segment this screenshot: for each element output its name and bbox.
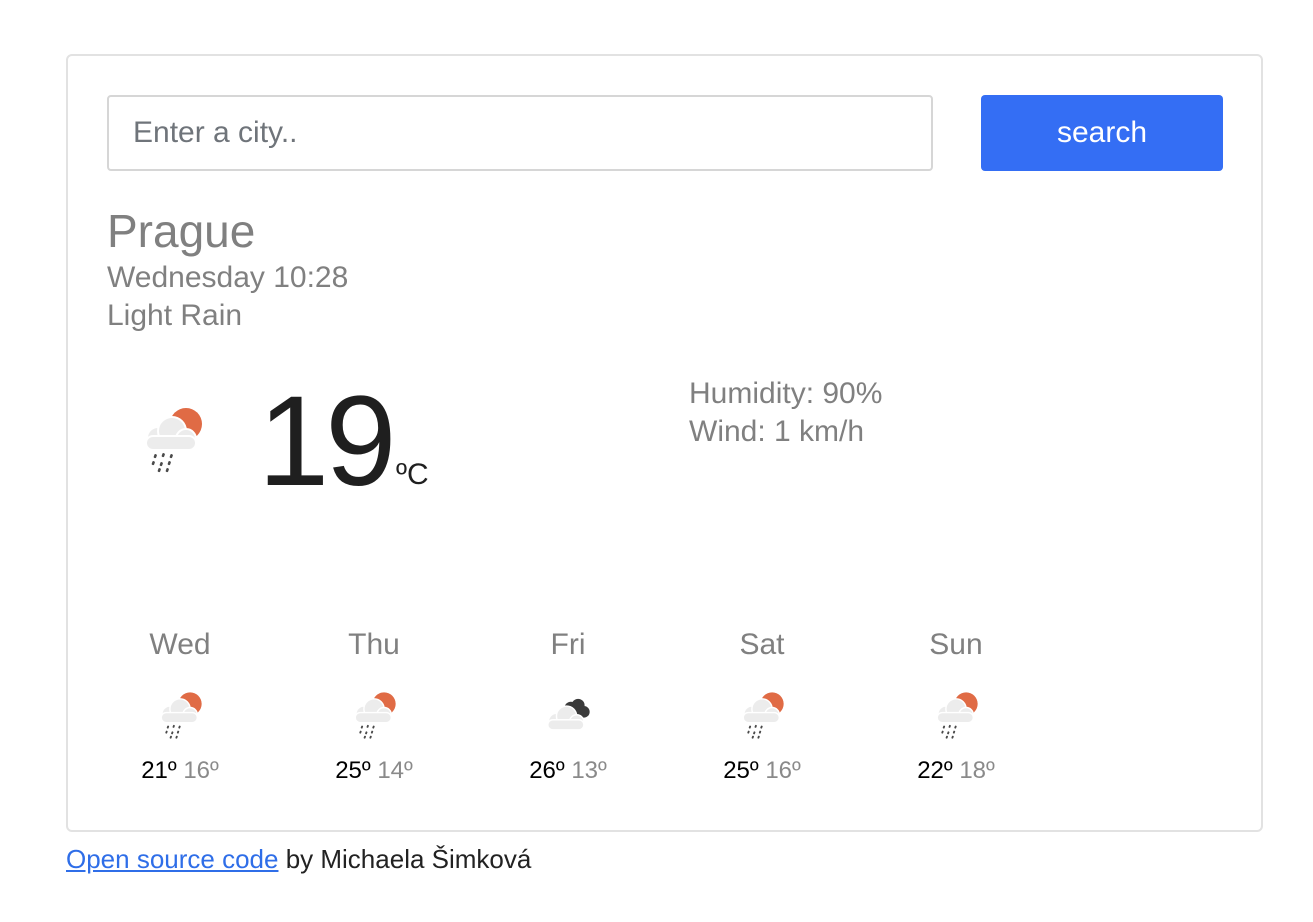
forecast-temps: 21º 16º <box>100 756 260 786</box>
forecast-day: Wed 21º 16º <box>100 626 260 786</box>
forecast-temps: 22º 18º <box>876 756 1036 786</box>
footer: Open source code by Michaela Šimková <box>66 842 531 876</box>
forecast-day-label: Sun <box>929 628 983 661</box>
forecast-max-temp: 22º <box>917 757 953 784</box>
forecast-day-label: Fri <box>550 628 586 661</box>
light-rain-icon <box>136 402 208 474</box>
forecast-max-temp: 21º <box>141 757 177 784</box>
light-rain-icon <box>154 688 206 740</box>
forecast-day-label: Thu <box>348 628 400 661</box>
forecast-temps: 25º 14º <box>294 756 454 786</box>
forecast-min-temp: 16º <box>765 757 801 784</box>
forecast-temps: 25º 16º <box>682 756 842 786</box>
forecast-day: Sat 25º 16º <box>682 626 842 786</box>
forecast-day-label: Wed <box>149 628 211 661</box>
forecast-max-temp: 25º <box>335 757 371 784</box>
light-rain-icon <box>930 688 982 740</box>
search-button[interactable]: search <box>981 95 1223 171</box>
open-source-code-link[interactable]: Open source code <box>66 844 278 874</box>
cloudy-icon <box>542 688 594 740</box>
light-rain-icon <box>736 688 788 740</box>
author-credit: by Michaela Šimková <box>278 844 532 874</box>
wind: Wind: 1 km/h <box>689 415 865 448</box>
forecast-min-temp: 16º <box>183 757 219 784</box>
city-search-input[interactable] <box>107 95 933 171</box>
forecast-min-temp: 13º <box>571 757 607 784</box>
forecast-min-temp: 18º <box>959 757 995 784</box>
weather-description: Light Rain <box>107 299 243 332</box>
forecast-day-label: Sat <box>739 628 785 661</box>
forecast-min-temp: 14º <box>377 757 413 784</box>
forecast-day: Fri 26º 13º <box>488 626 648 786</box>
forecast-day: Thu 25º 14º <box>294 626 454 786</box>
humidity: Humidity: 90% <box>689 377 883 410</box>
forecast-day: Sun 22º 18º <box>876 626 1036 786</box>
temperature-unit: ºC <box>396 458 429 491</box>
forecast-max-temp: 25º <box>723 757 759 784</box>
current-datetime: Wednesday 10:28 <box>107 261 349 294</box>
current-temperature: 19 <box>258 370 396 513</box>
forecast-max-temp: 26º <box>529 757 565 784</box>
city-name: Prague <box>107 205 256 257</box>
light-rain-icon <box>348 688 400 740</box>
forecast-temps: 26º 13º <box>488 756 648 786</box>
